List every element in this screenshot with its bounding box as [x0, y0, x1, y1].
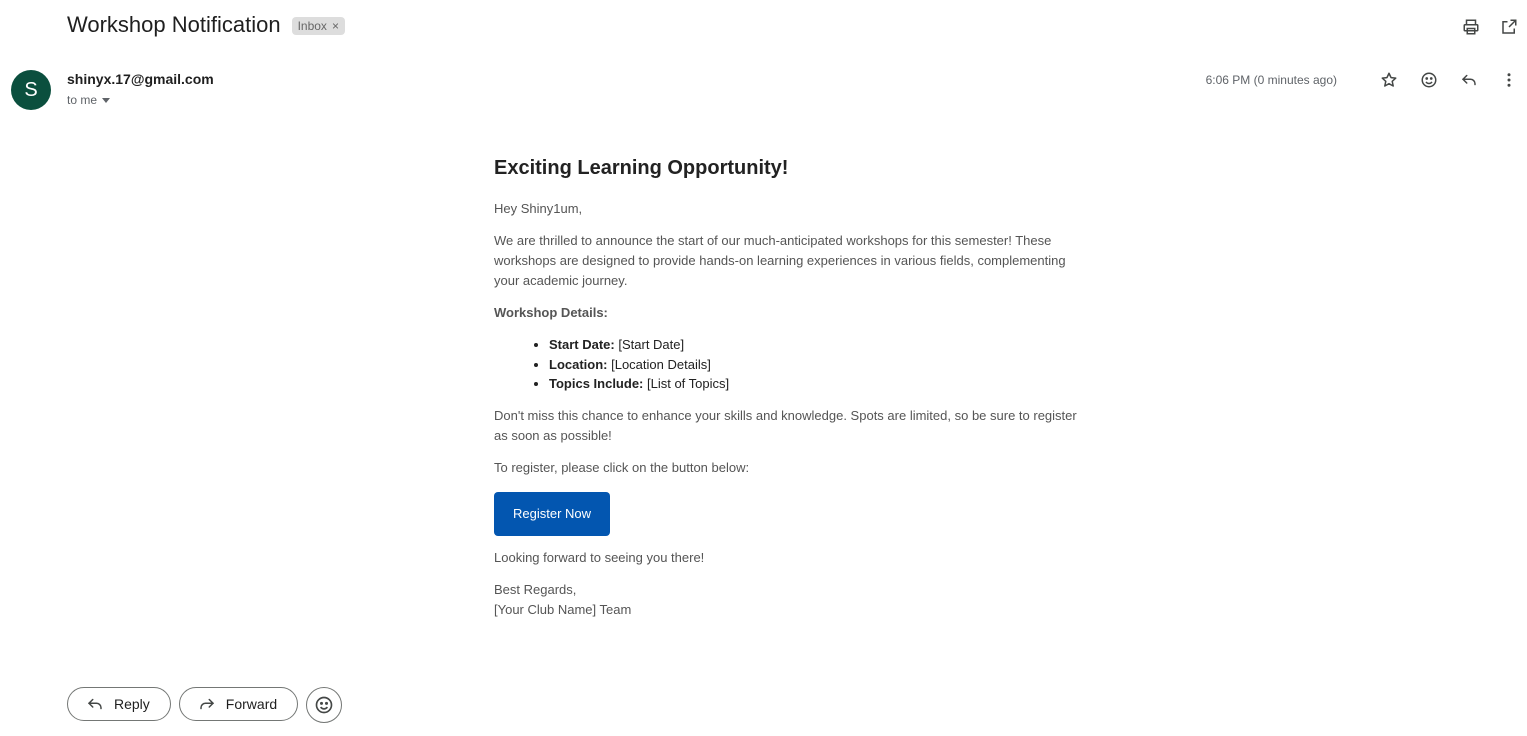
- intro-paragraph: We are thrilled to announce the start of…: [494, 233, 1066, 288]
- recipient-details-toggle[interactable]: to me: [67, 93, 111, 107]
- details-list: Start Date: [Start Date] Location: [Loca…: [494, 335, 1084, 394]
- detail-label: Location:: [549, 356, 608, 372]
- closing-line: Looking forward to seeing you there!: [494, 549, 705, 565]
- list-item: Topics Include: [List of Topics]: [549, 374, 1084, 394]
- emoji-reaction-icon[interactable]: [1419, 70, 1439, 90]
- email-heading: Exciting Learning Opportunity!: [494, 157, 789, 179]
- reply-icon: [87, 698, 102, 710]
- more-options-icon[interactable]: [1499, 70, 1519, 90]
- inbox-label-chip[interactable]: Inbox ×: [291, 17, 345, 35]
- forward-icon: [200, 698, 214, 710]
- signature: Best Regards, [Your Club Name] Team: [494, 580, 1084, 620]
- team-line: [Your Club Name] Team: [494, 601, 632, 617]
- star-icon[interactable]: [1379, 70, 1399, 90]
- footer-actions: Reply Forward: [67, 687, 343, 723]
- email-subject: Workshop Notification: [67, 12, 281, 37]
- forward-button[interactable]: Forward: [178, 687, 299, 721]
- emoji-icon: [315, 696, 333, 714]
- sender-email[interactable]: shinyx.17@gmail.com: [67, 71, 214, 87]
- register-now-button[interactable]: Register Now: [494, 491, 611, 536]
- emoji-react-button[interactable]: [306, 687, 343, 723]
- remove-label-button[interactable]: ×: [332, 19, 339, 33]
- detail-value: [List of Topics]: [643, 376, 730, 391]
- timestamp: 6:06 PM (0 minutes ago): [1205, 73, 1337, 87]
- detail-label: Start Date:: [549, 337, 615, 352]
- print-icon[interactable]: [1461, 17, 1481, 37]
- cta-paragraph: Don't miss this chance to enhance your s…: [494, 407, 1077, 443]
- message-actions: 6:06 PM (0 minutes ago): [1206, 70, 1519, 90]
- forward-label: Forward: [225, 696, 278, 712]
- list-item: Location: [Location Details]: [549, 355, 1084, 375]
- open-in-new-window-icon[interactable]: [1499, 17, 1519, 37]
- top-actions: [1461, 17, 1519, 37]
- register-prompt: To register, please click on the button …: [494, 459, 750, 475]
- reply-button[interactable]: Reply: [67, 687, 171, 721]
- reply-label: Reply: [114, 696, 150, 712]
- recipient-text: to me: [67, 93, 98, 107]
- regards-line: Best Regards,: [494, 581, 577, 597]
- sender-avatar[interactable]: S: [11, 70, 51, 110]
- detail-label: Topics Include:: [549, 376, 644, 391]
- detail-value: [Start Date]: [614, 337, 685, 352]
- chevron-down-icon: [102, 98, 111, 103]
- email-view: Workshop Notification Inbox × S shinyx.1…: [0, 0, 1527, 736]
- subject-row: Workshop Notification Inbox ×: [67, 12, 345, 38]
- detail-value: [Location Details]: [607, 356, 711, 372]
- details-title: Workshop Details:: [494, 305, 608, 320]
- label-text: Inbox: [297, 19, 327, 33]
- reply-icon[interactable]: [1459, 70, 1479, 90]
- list-item: Start Date: [Start Date]: [549, 335, 1084, 355]
- email-body: Exciting Learning Opportunity! Hey Shiny…: [494, 155, 1084, 632]
- greeting: Hey Shiny1um,: [494, 201, 583, 216]
